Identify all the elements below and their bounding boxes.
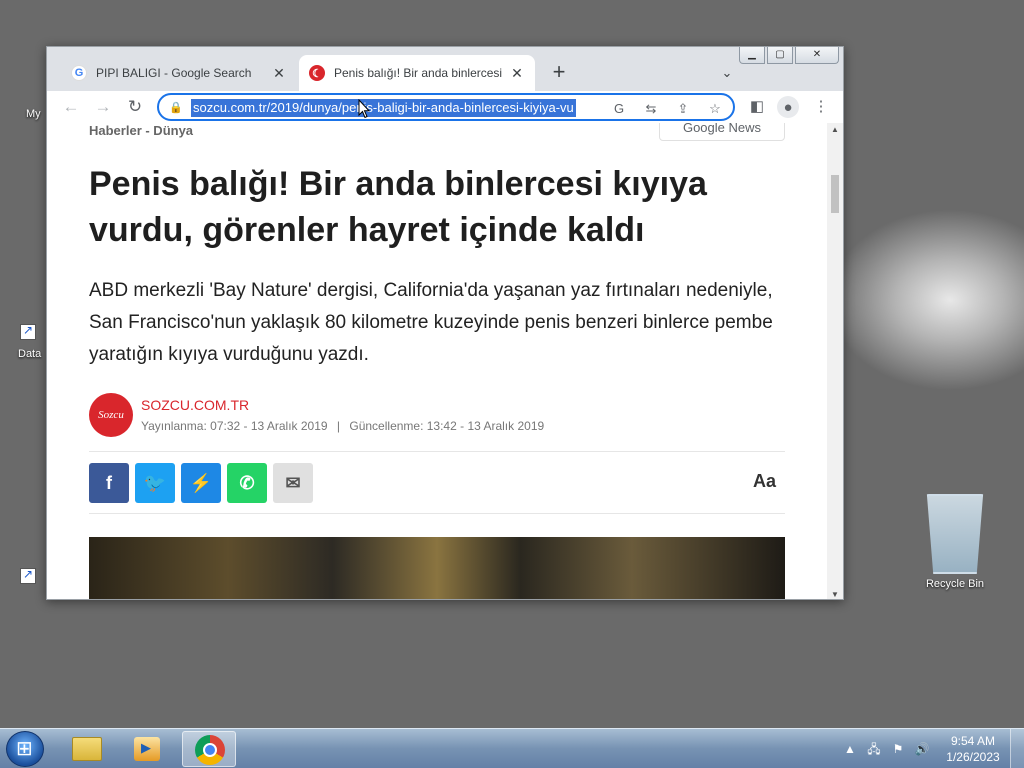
maximize-button[interactable]: ▢	[767, 47, 793, 64]
media-player-icon	[134, 737, 160, 761]
taskbar-media-player-button[interactable]	[120, 731, 174, 767]
desktop-icon-label-data[interactable]: Data	[18, 348, 41, 360]
share-whatsapp-button[interactable]: ✆	[227, 463, 267, 503]
breadcrumb[interactable]: Haberler - Dünya	[89, 123, 193, 138]
forward-arrow-icon[interactable]: →	[91, 95, 115, 119]
share-twitter-button[interactable]: 🐦	[135, 463, 175, 503]
share-facebook-button[interactable]: f	[89, 463, 129, 503]
system-tray: ▲ 🖧 ⚑ 🔊 9:54 AM 1/26/2023	[838, 729, 1024, 768]
folder-icon	[72, 737, 102, 761]
desktop-icon-label-my[interactable]: My	[26, 108, 41, 120]
volume-icon[interactable]: 🔊	[914, 741, 930, 757]
date-separator: |	[336, 419, 341, 433]
menu-kebab-icon[interactable]: ⋮	[809, 95, 833, 119]
clock-date: 1/26/2023	[946, 750, 1000, 764]
translate-icon[interactable]: ⇆	[641, 99, 661, 119]
profile-avatar-icon[interactable]: ●	[777, 96, 799, 118]
divider	[89, 451, 785, 452]
share-messenger-button[interactable]: ⚡	[181, 463, 221, 503]
recycle-bin-icon	[926, 494, 984, 574]
clock-time: 9:54 AM	[950, 734, 996, 748]
page-viewport: Haberler - Dünya Google News Penis balığ…	[47, 123, 827, 599]
shortcut-arrow-icon[interactable]	[20, 323, 36, 340]
new-tab-button[interactable]: +	[547, 61, 571, 85]
scroll-down-arrow-icon[interactable]: ▼	[827, 590, 843, 599]
sozcu-icon: ☾	[309, 65, 325, 81]
article-headline: Penis balığı! Bir anda binlercesi kıyıya…	[89, 165, 707, 249]
text-size-button[interactable]: Aa	[753, 471, 776, 492]
tab-google-search[interactable]: G PIPI BALIGI - Google Search ✕	[61, 55, 297, 91]
address-bar[interactable]: 🔒 sozcu.com.tr/2019/dunya/penis-baligi-b…	[157, 93, 735, 121]
article-image	[89, 537, 785, 599]
author-name[interactable]: SOZCU.COM.TR	[141, 397, 249, 413]
window-controls: ▁ ▢ ✕	[737, 47, 839, 64]
desktop-icon-recycle-bin[interactable]: Recycle Bin	[920, 494, 990, 590]
google-lens-icon[interactable]: G	[609, 99, 629, 119]
close-window-button[interactable]: ✕	[795, 47, 839, 64]
google-news-button[interactable]: Google News	[659, 123, 785, 141]
lock-icon[interactable]: 🔒	[169, 101, 183, 114]
chrome-window: G PIPI BALIGI - Google Search ✕ ☾ Penis …	[46, 46, 844, 600]
address-bar-url[interactable]: sozcu.com.tr/2019/dunya/penis-baligi-bir…	[191, 99, 576, 117]
article-dates: Yayınlanma: 07:32 - 13 Aralık 2019 | Gün…	[141, 419, 544, 433]
back-arrow-icon[interactable]: ←	[59, 95, 83, 119]
show-hidden-icons-chevron-icon[interactable]: ▲	[842, 741, 858, 757]
recycle-bin-label: Recycle Bin	[925, 578, 985, 590]
mouse-cursor-icon	[358, 99, 370, 119]
browser-toolbar: ← → ↻ 🔒 sozcu.com.tr/2019/dunya/penis-ba…	[47, 91, 843, 123]
show-desktop-button[interactable]	[1010, 729, 1024, 768]
page-scrollbar[interactable]: ▲ ▼	[827, 123, 843, 599]
network-icon[interactable]: 🖧	[866, 741, 882, 757]
tab-title: Penis balığı! Bir anda binlercesi k	[334, 66, 503, 80]
reload-icon[interactable]: ↻	[123, 95, 147, 119]
minimize-button[interactable]: ▁	[739, 47, 765, 64]
action-center-flag-icon[interactable]: ⚑	[890, 741, 906, 757]
google-g-icon: G	[71, 65, 87, 81]
divider	[89, 513, 785, 514]
tab-search-chevron-icon[interactable]: ⌄	[715, 61, 739, 85]
start-button[interactable]	[6, 731, 44, 767]
clock[interactable]: 9:54 AM 1/26/2023	[940, 733, 1006, 765]
taskbar: ▲ 🖧 ⚑ 🔊 9:54 AM 1/26/2023	[0, 728, 1024, 768]
tab-close-icon[interactable]: ✕	[509, 65, 525, 81]
tab-close-icon[interactable]: ✕	[271, 65, 287, 81]
scrollbar-thumb[interactable]	[831, 175, 839, 213]
chrome-icon	[195, 735, 225, 765]
updated-date: Güncellenme: 13:42 - 13 Aralık 2019	[349, 419, 545, 433]
shortcut-arrow-icon[interactable]	[20, 567, 36, 584]
share-email-button[interactable]: ✉	[273, 463, 313, 503]
side-panel-icon[interactable]: ◧	[745, 95, 769, 119]
tab-strip: G PIPI BALIGI - Google Search ✕ ☾ Penis …	[47, 47, 843, 91]
author-avatar[interactable]: Sozcu	[89, 393, 133, 437]
share-icon[interactable]: ⇪	[673, 99, 693, 119]
published-date: Yayınlanma: 07:32 - 13 Aralık 2019	[141, 419, 328, 433]
tab-sozcu-article[interactable]: ☾ Penis balığı! Bir anda binlercesi k ✕	[299, 55, 535, 91]
taskbar-explorer-button[interactable]	[60, 731, 114, 767]
article-summary: ABD merkezli 'Bay Nature' dergisi, Calif…	[89, 280, 773, 365]
bookmark-star-icon[interactable]: ☆	[705, 99, 725, 119]
taskbar-chrome-button[interactable]	[182, 731, 236, 767]
scroll-up-arrow-icon[interactable]: ▲	[827, 125, 843, 134]
tab-title: PIPI BALIGI - Google Search	[96, 66, 252, 80]
